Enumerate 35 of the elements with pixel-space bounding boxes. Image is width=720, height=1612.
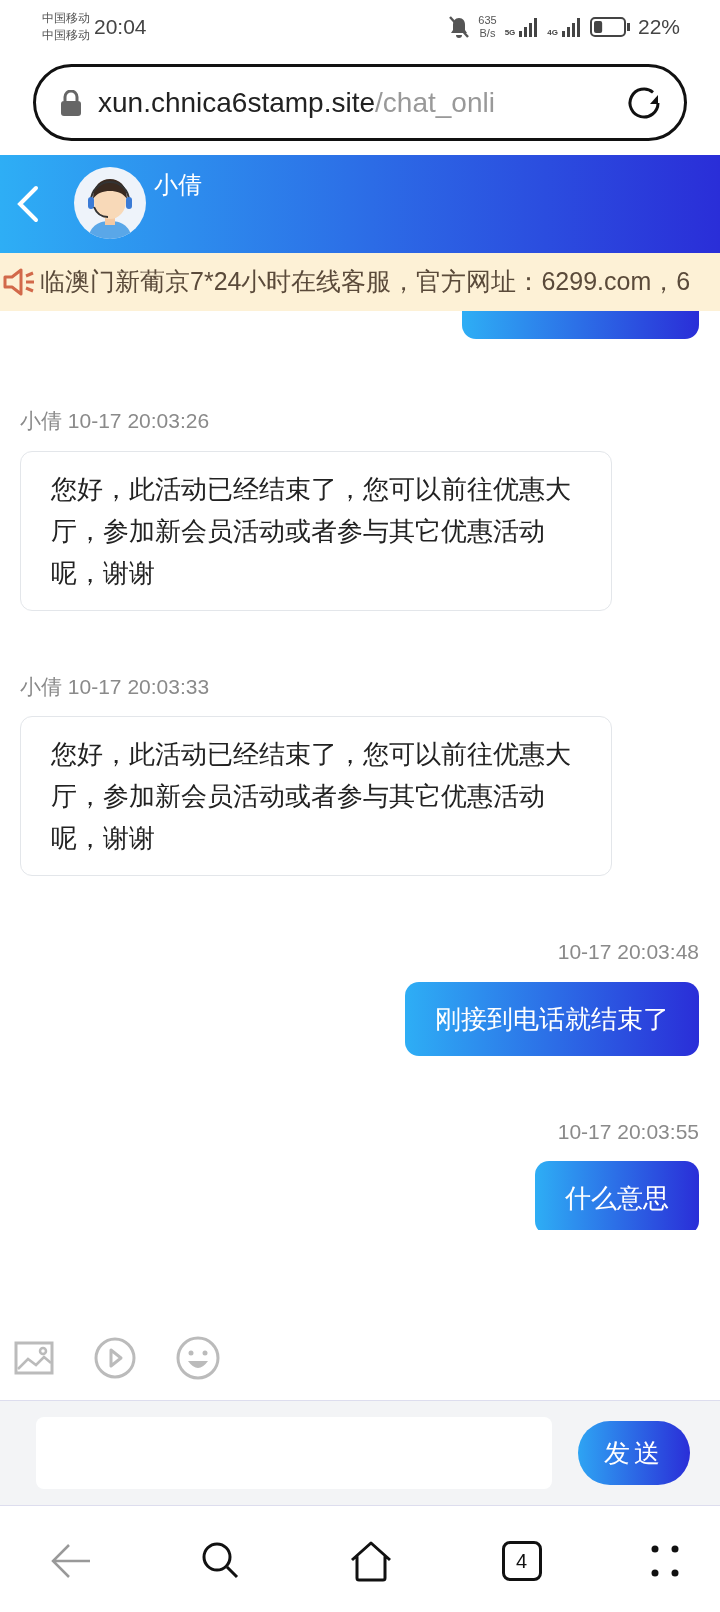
message-bubble: 您好，此活动已经结束了，您可以前往优惠大厅，参加新会员活动或者参与其它优惠活动呢，谢谢: [20, 450, 612, 611]
clock-time: 20:04: [94, 14, 147, 41]
play-icon[interactable]: [94, 1336, 136, 1379]
speaker-icon: [2, 267, 36, 297]
message-time: 小倩 10-17 20:03:26: [20, 408, 210, 434]
address-bar[interactable]: xun.chnica6stamp.site/chat_onli: [33, 64, 687, 141]
battery-icon: [589, 16, 630, 38]
carrier-name: 中国移动: [42, 27, 90, 44]
carrier-name: 中国移动: [42, 10, 90, 27]
image-icon[interactable]: [14, 1340, 54, 1375]
message-time: 小倩 10-17 20:03:33: [20, 673, 210, 700]
message-time: 10-17 20:03:55: [557, 1118, 699, 1145]
notice-text: 临澳门新葡京7*24小时在线客服，官方网址：6299.com，6: [40, 266, 691, 298]
mute-bell-icon: [448, 15, 471, 39]
emoji-icon[interactable]: [176, 1335, 220, 1380]
battery-percent: 22%: [637, 14, 680, 41]
network-speed: 635: [478, 14, 497, 27]
message-bubble: 什么意思: [535, 1161, 699, 1230]
lock-icon: [60, 89, 82, 116]
signal-icon: [519, 17, 540, 37]
message-bubble: 您好，此活动已经结束了，您可以前往优惠大厅，参加新会员活动或者参与其它优惠活动呢，谢谢: [20, 716, 612, 876]
message-bubble: 刚接到电话就结束了: [405, 981, 699, 1056]
network-type: 5G: [504, 29, 516, 37]
speed-unit: B/s: [478, 27, 497, 40]
search-icon[interactable]: [200, 1541, 241, 1581]
network-type: 4G: [547, 29, 558, 37]
message-time: 10-17 20:03:48: [557, 939, 699, 965]
url-text: xun.chnica6stamp.site/chat_onli: [98, 85, 495, 120]
tabs-button[interactable]: 4: [501, 1541, 542, 1581]
signal-icon: [561, 17, 582, 37]
agent-name: 小倩: [154, 170, 202, 200]
menu-icon[interactable]: [650, 1544, 680, 1578]
home-icon[interactable]: [349, 1540, 393, 1582]
back-arrow-icon[interactable]: [50, 1543, 92, 1579]
send-button[interactable]: 发送: [578, 1421, 690, 1485]
